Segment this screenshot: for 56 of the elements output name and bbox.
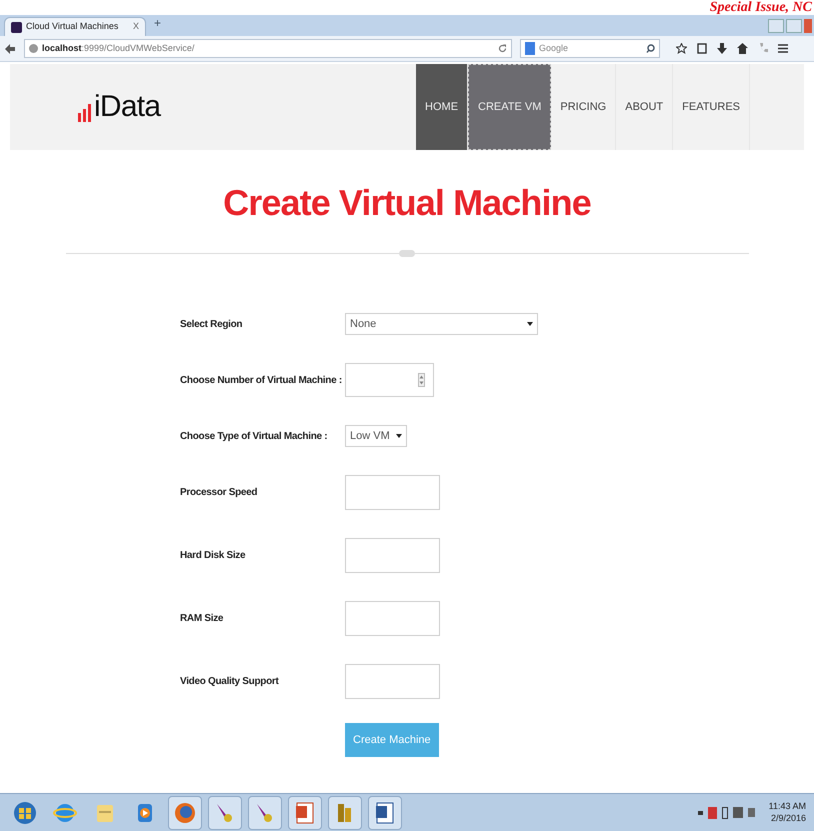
caret-icon (396, 434, 402, 438)
field-label: Select Region (180, 318, 244, 332)
field-label: Processor Speed (180, 486, 258, 500)
field-label: Choose Type of Virtual Machine : (180, 430, 328, 444)
new-tab-button[interactable]: + (150, 14, 162, 36)
taskbar-app-button[interactable] (288, 796, 322, 830)
tab-title: Cloud Virtual Machines (26, 20, 120, 34)
reload-icon[interactable] (498, 44, 507, 53)
type-dropdown[interactable]: Low VM (345, 425, 407, 447)
number-field[interactable] (345, 363, 434, 397)
field-label: Hard Disk Size (180, 549, 246, 563)
phone-icon[interactable] (758, 43, 768, 54)
taskbar-app-button[interactable] (368, 796, 402, 830)
input-field[interactable] (345, 475, 440, 510)
spinner-icon[interactable] (418, 373, 425, 387)
page-heading: Create Virtual Machine (223, 185, 591, 221)
caret-icon (527, 322, 533, 326)
nav-link[interactable]: HOME (416, 64, 468, 150)
field-label: RAM Size (180, 612, 224, 626)
clock-date[interactable]: 2/9/2016 (770, 812, 806, 824)
browser-tab[interactable]: Cloud Virtual Machines X (4, 17, 146, 36)
bar-chart-icon (78, 104, 91, 122)
input-field[interactable] (345, 664, 440, 699)
minimize-button[interactable] (768, 19, 784, 33)
header-text: Special Issue, NC (710, 0, 813, 15)
search-icon[interactable] (646, 44, 655, 53)
fox-globe-icon (173, 800, 197, 824)
start-orb-icon (13, 800, 37, 824)
nav-link[interactable]: ABOUT (616, 64, 674, 150)
input-field[interactable] (345, 601, 440, 636)
region-dropdown[interactable]: None (345, 313, 538, 335)
taskbar-app-button[interactable] (328, 796, 362, 830)
clock-time[interactable]: 11:43 AM (768, 801, 806, 812)
tab-close-button[interactable]: X (132, 20, 139, 34)
restore-button[interactable] (786, 19, 802, 33)
nav-link[interactable]: CREATE VM (468, 64, 552, 150)
battery-icon[interactable] (722, 806, 728, 818)
download-icon[interactable] (717, 43, 727, 54)
url-text: localhost:9999/CloudVMWebService/ (42, 42, 196, 55)
nav-link[interactable]: FEATURES (673, 64, 750, 150)
search-engine-icon (525, 42, 535, 55)
site-icon (11, 22, 22, 32)
field-label: Choose Number of Virtual Machine : (180, 374, 343, 388)
menu-icon[interactable] (778, 43, 788, 54)
input-field[interactable] (345, 538, 440, 573)
back-icon[interactable] (4, 42, 16, 54)
nav-link[interactable]: PRICING (551, 64, 616, 150)
site-logo[interactable]: iData (94, 92, 160, 122)
taskbar-app-button[interactable] (168, 796, 202, 830)
field-label: Video Quality Support (180, 675, 280, 689)
address-bar[interactable]: localhost:9999/CloudVMWebService/ (24, 39, 512, 58)
clipboard-icon[interactable] (697, 43, 707, 54)
search-field[interactable]: Google (520, 39, 660, 58)
home-icon[interactable] (737, 43, 748, 54)
star-icon[interactable] (676, 43, 687, 54)
globe-icon (29, 44, 38, 53)
